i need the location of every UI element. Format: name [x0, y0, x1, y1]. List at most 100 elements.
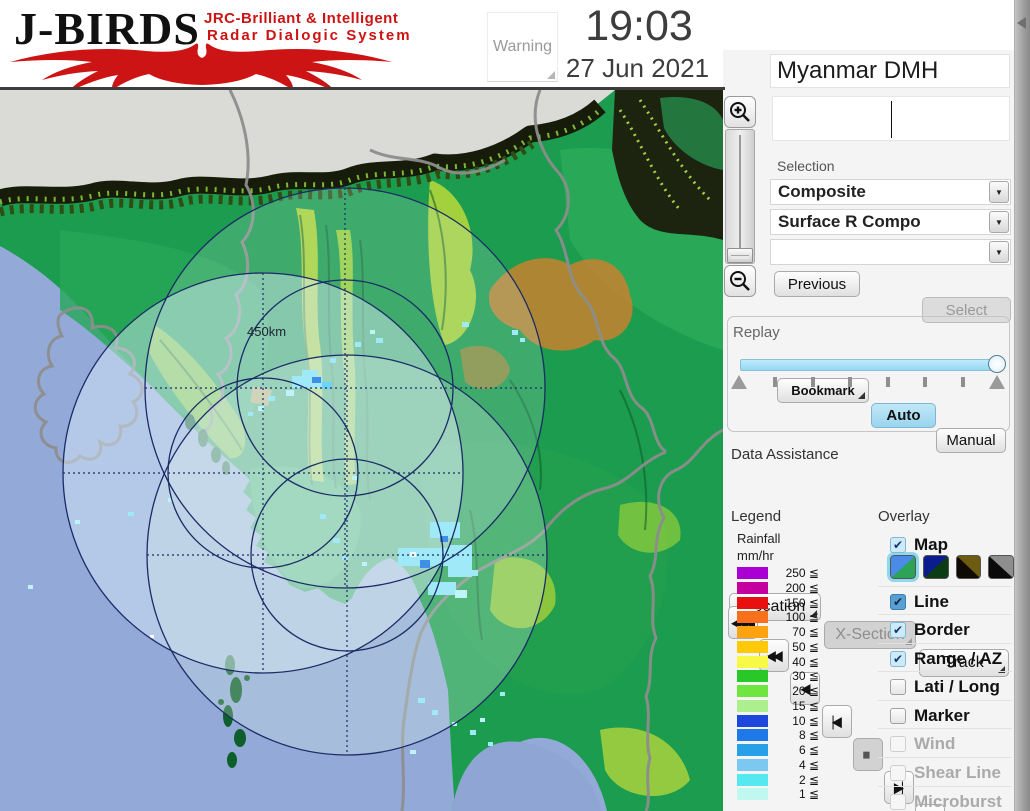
- range-ring-label: 450km: [247, 324, 286, 339]
- legend-value: 10 ≦: [792, 713, 819, 728]
- selection-dropdown-value: Surface R Compo: [778, 212, 921, 231]
- replay-tick: [885, 377, 890, 387]
- legend-row: 150 ≦: [737, 596, 847, 610]
- overlay-divider: [878, 786, 1012, 787]
- replay-tick: [923, 377, 928, 387]
- replay-slider-track[interactable]: [740, 359, 998, 371]
- selection-section-label: Selection: [777, 158, 835, 174]
- overlay-checkbox[interactable]: ✔: [890, 622, 906, 638]
- legend-unit: mm/hr: [737, 548, 774, 563]
- overlay-divider: [878, 728, 1012, 729]
- auto-button[interactable]: Auto: [871, 403, 936, 428]
- legend-row: 40 ≦: [737, 654, 847, 669]
- legend-value: 100 ≦: [785, 610, 819, 625]
- legend-value: 40 ≦: [792, 654, 819, 669]
- stop-button[interactable]: ■: [852, 738, 883, 771]
- overlay-checkbox: [890, 765, 906, 781]
- overlay-item-label: Border: [914, 620, 970, 639]
- legend-row: 8 ≦: [737, 728, 847, 742]
- legend-row: 10 ≦: [737, 713, 847, 728]
- panel-top-area: [723, 0, 1014, 50]
- overlay-checkbox[interactable]: ✔: [890, 651, 906, 667]
- legend-row: 20 ≦: [737, 684, 847, 698]
- legend-color-swatch: [737, 744, 768, 756]
- legend-title: Rainfall: [737, 531, 781, 546]
- selection-dropdown-value: Composite: [778, 182, 866, 201]
- legend-row: 15 ≦: [737, 698, 847, 713]
- legend-value: 50 ≦: [792, 639, 819, 654]
- legend-value: 4 ≦: [798, 757, 819, 772]
- replay-tick: [773, 377, 777, 387]
- overlay-item-marker: Marker: [890, 704, 1012, 728]
- panel-collapse-strip[interactable]: [1014, 0, 1030, 811]
- overlay-item-shear-line: Shear Line: [890, 761, 1012, 785]
- selection-dropdown-2: Surface R Compo ▼: [770, 209, 1011, 235]
- overlay-item-line: ✔ Line: [890, 590, 1012, 614]
- overlay-item-label: Shear Line: [914, 763, 1001, 782]
- overlay-item-lati-long: Lati / Long: [890, 675, 1012, 699]
- map-style-blue-green[interactable]: [887, 552, 919, 582]
- zoom-in-button[interactable]: [724, 96, 756, 128]
- overlay-divider: [878, 700, 1012, 701]
- overlay-checkbox[interactable]: [890, 679, 906, 695]
- manual-button[interactable]: Manual: [936, 428, 1006, 453]
- legend-value: 70 ≦: [792, 625, 819, 639]
- radar-map[interactable]: 450km: [0, 89, 724, 811]
- overlay-item-label: Lati / Long: [914, 677, 1000, 696]
- overlay-checkbox[interactable]: ✔: [890, 594, 906, 610]
- zoom-in-icon: [730, 102, 750, 122]
- replay-tick: [848, 377, 853, 387]
- overlay-checkbox: [890, 736, 906, 752]
- replay-range-end-marker[interactable]: [989, 375, 1005, 389]
- selection-dropdown-1: Composite ▼: [770, 179, 1011, 205]
- legend-color-swatch: [737, 596, 768, 609]
- collapse-panel-icon[interactable]: [1017, 17, 1026, 29]
- map-style-navy-darkgreen[interactable]: [922, 555, 949, 579]
- replay-range-start-marker[interactable]: [731, 375, 747, 389]
- overlay-item-microburst: Microburst: [890, 790, 1012, 811]
- dropdown-arrow-icon[interactable]: ▼: [989, 241, 1009, 263]
- overlay-item-map: ✔ Map: [890, 533, 1012, 557]
- overlay-divider: [878, 586, 1012, 587]
- overlay-checkbox[interactable]: ✔: [890, 537, 906, 553]
- bookmark-button[interactable]: Bookmark: [777, 378, 869, 403]
- dropdown-arrow-icon[interactable]: ▼: [989, 211, 1009, 233]
- overlay-divider: [878, 643, 1012, 644]
- status-display-box: [772, 96, 1010, 141]
- legend-section-label: Legend: [731, 508, 782, 525]
- previous-button[interactable]: Previous: [774, 271, 860, 297]
- clock-time: 19:03: [585, 2, 693, 50]
- legend-row: 2 ≦: [737, 772, 847, 787]
- legend-color-swatch: [737, 729, 768, 742]
- eagle-logo-icon: [10, 43, 392, 88]
- overlay-item-label: Range / AZ: [914, 649, 1003, 668]
- legend-color-swatch: [737, 758, 768, 771]
- overlay-item-label: Marker: [914, 706, 970, 725]
- overlay-checkbox[interactable]: [890, 708, 906, 724]
- zoom-out-button[interactable]: [724, 265, 756, 297]
- map-style-olive-black[interactable]: [955, 555, 982, 579]
- legend-color-swatch: [737, 773, 768, 786]
- legend-value: 2 ≦: [798, 772, 819, 787]
- data-assistance-label: Data Assistance: [731, 446, 839, 463]
- clock-date: 27 Jun 2021: [565, 53, 710, 83]
- replay-slider-handle[interactable]: [988, 355, 1006, 373]
- warning-button[interactable]: Warning: [487, 12, 558, 82]
- legend-row: 200 ≦: [737, 580, 847, 595]
- legend-color-swatch: [737, 670, 768, 683]
- legend-value: 15 ≦: [792, 698, 819, 713]
- map-style-gray-black[interactable]: [988, 555, 1014, 579]
- legend-value: 200 ≦: [785, 580, 819, 595]
- overlay-divider: [878, 614, 1012, 615]
- dropdown-arrow-icon[interactable]: ▼: [989, 181, 1009, 203]
- zoom-slider-handle[interactable]: [727, 248, 753, 263]
- zoom-slider-groove: [739, 135, 741, 253]
- legend-color-swatch: [737, 581, 768, 594]
- legend-row: 50 ≦: [737, 639, 847, 654]
- replay-tick: [961, 377, 965, 387]
- legend-color-swatch: [737, 611, 768, 624]
- map-style-selector: [887, 552, 1014, 583]
- app-subtitle-line1: JRC-Brilliant & Intelligent: [204, 10, 399, 27]
- zoom-out-icon: [730, 271, 750, 291]
- radar-map-canvas: 450km: [0, 89, 724, 811]
